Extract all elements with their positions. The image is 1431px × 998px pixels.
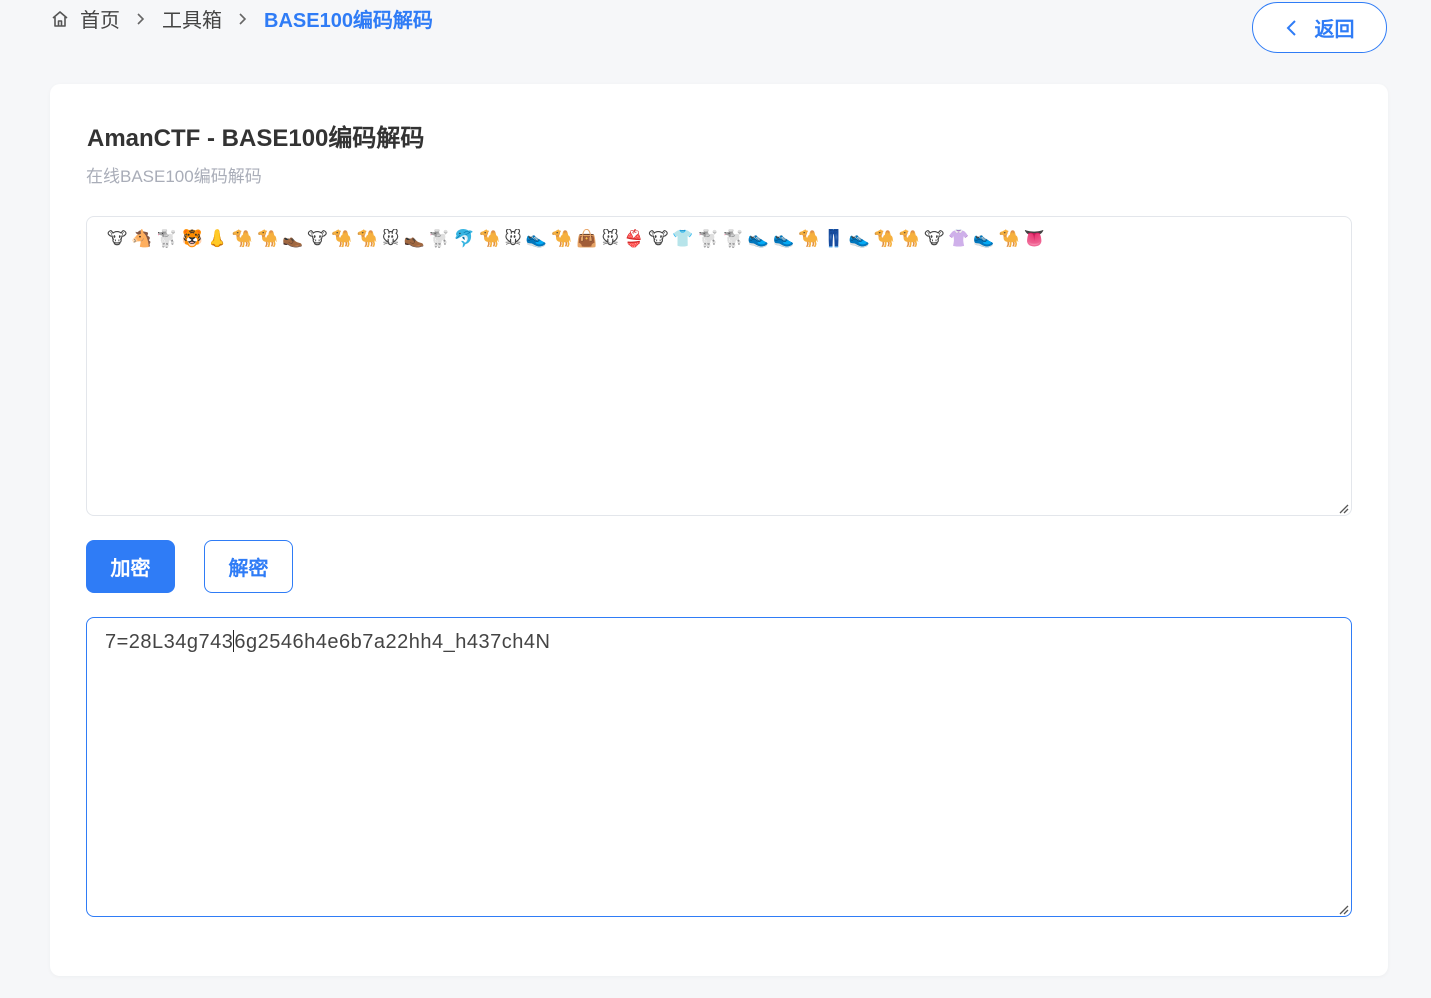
chevron-right-icon (134, 12, 148, 26)
resize-handle-icon[interactable] (1337, 501, 1349, 514)
back-button[interactable]: 返回 (1252, 2, 1387, 53)
output-text: 7=28L34g7436g2546h4e6b7a22hh4_h437ch4N (105, 630, 1331, 654)
tool-card: AmanCTF - BASE100编码解码 在线BASE100编码解码 🐮🐴🐩🐯… (50, 84, 1388, 976)
encrypt-button[interactable]: 加密 (86, 540, 175, 593)
breadcrumb-current: BASE100编码解码 (264, 10, 433, 32)
chevron-right-icon (236, 12, 250, 26)
input-textarea[interactable]: 🐮🐴🐩🐯👃🐪🐪👞🐮🐪🐪🐭👞🐩🐬🐪🐭👟🐪👜🐭👙🐮👕🐩🐩👟👟🐪👖👟🐪🐪🐮👚👟🐪👅 (86, 216, 1352, 516)
page-subtitle: 在线BASE100编码解码 (86, 167, 262, 186)
back-button-label: 返回 (1314, 19, 1355, 41)
breadcrumb-home[interactable]: 首页 (80, 4, 120, 33)
resize-handle-icon[interactable] (1337, 902, 1349, 915)
chevron-left-icon (1285, 19, 1299, 37)
output-text-before-caret: 7=28L34g743 (105, 631, 234, 653)
input-text: 🐮🐴🐩🐯👃🐪🐪👞🐮🐪🐪🐭👞🐩🐬🐪🐭👟🐪👜🐭👙🐮👕🐩🐩👟👟🐪👖👟🐪🐪🐮👚👟🐪👅 (107, 229, 1049, 249)
breadcrumb: 首页 工具箱 BASE100编码解码 (50, 4, 433, 33)
top-bar: 首页 工具箱 BASE100编码解码 返回 (0, 0, 1431, 70)
breadcrumb-toolbox[interactable]: 工具箱 (162, 4, 222, 33)
output-textarea[interactable]: 7=28L34g7436g2546h4e6b7a22hh4_h437ch4N (86, 617, 1352, 917)
output-text-after-caret: 6g2546h4e6b7a22hh4_h437ch4N (234, 631, 551, 653)
page-title: AmanCTF - BASE100编码解码 (87, 125, 425, 152)
decrypt-button[interactable]: 解密 (204, 540, 293, 593)
home-icon[interactable] (50, 9, 70, 29)
